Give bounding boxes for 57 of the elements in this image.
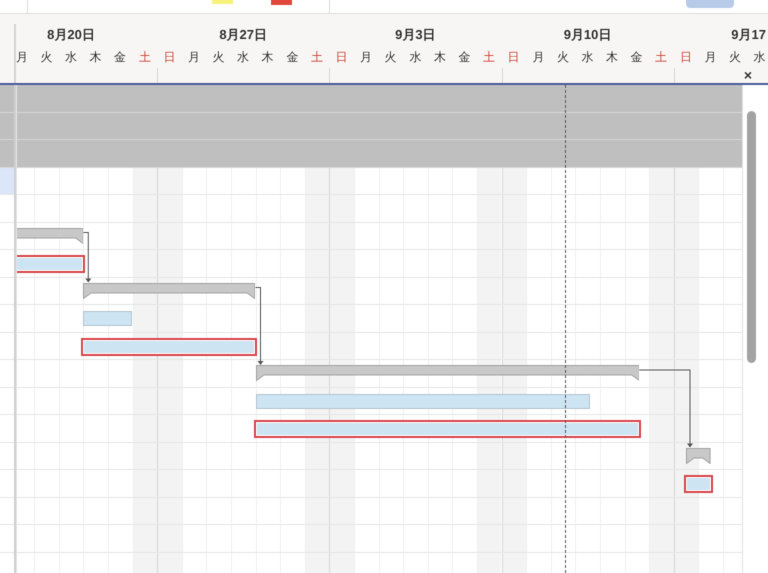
week-label: 8月20日 [47,26,95,44]
summary-bar[interactable] [83,282,256,298]
row-header[interactable] [0,168,14,195]
summary-bar[interactable] [686,448,711,464]
row-header[interactable] [0,442,14,470]
week-label: 9月10日 [564,26,612,44]
close-button[interactable]: × [744,67,752,83]
day-label: 日 [508,49,520,66]
week-label: 9月3日 [395,26,436,44]
task-bar[interactable] [256,394,590,408]
day-label: 木 [434,49,446,66]
day-label: 水 [754,49,766,66]
critical-task-bar[interactable] [684,475,713,493]
day-label: 月 [16,49,28,66]
critical-task-bar[interactable] [254,420,642,438]
scrollbar-thumb[interactable] [747,111,756,363]
row-header[interactable] [0,498,14,525]
week-label: 9月17 [731,26,766,44]
summary-bar[interactable] [256,365,640,381]
critical-task-bar[interactable] [81,338,258,356]
day-label: 火 [212,49,225,66]
highlight-swatch[interactable] [212,0,233,4]
day-label: 土 [138,49,151,66]
day-label: 金 [458,49,470,66]
day-label: 木 [90,49,102,66]
day-label: 火 [384,49,397,66]
day-label: 金 [630,49,643,66]
day-label: 土 [483,49,496,66]
day-label: 月 [360,49,372,66]
day-label: 日 [163,49,176,66]
day-label: 水 [64,49,77,66]
day-label: 月 [188,49,200,66]
color-swatch[interactable] [271,0,292,5]
day-label: 月 [704,49,716,66]
row-header[interactable] [0,278,14,305]
toolbar-button[interactable] [686,0,734,8]
day-label: 水 [409,49,422,66]
day-label: 金 [114,49,126,66]
day-label: 金 [286,49,298,66]
day-label: 日 [336,49,348,66]
day-label: 火 [729,49,742,66]
row-header[interactable] [0,388,14,415]
day-label: 木 [606,49,618,66]
dependency-arrow [82,232,92,282]
day-label: 木 [262,49,274,66]
week-label: 8月27日 [219,26,268,44]
day-label: 月 [532,49,544,66]
day-label: 水 [237,49,250,66]
row-header[interactable] [0,222,14,250]
day-label: 土 [310,49,323,66]
day-label: 火 [40,49,52,66]
day-label: 土 [655,49,668,66]
day-label: 水 [581,49,594,66]
day-label: 火 [556,49,569,66]
day-label: 日 [680,49,692,66]
task-bar[interactable] [83,311,132,326]
row-header[interactable] [0,332,14,360]
